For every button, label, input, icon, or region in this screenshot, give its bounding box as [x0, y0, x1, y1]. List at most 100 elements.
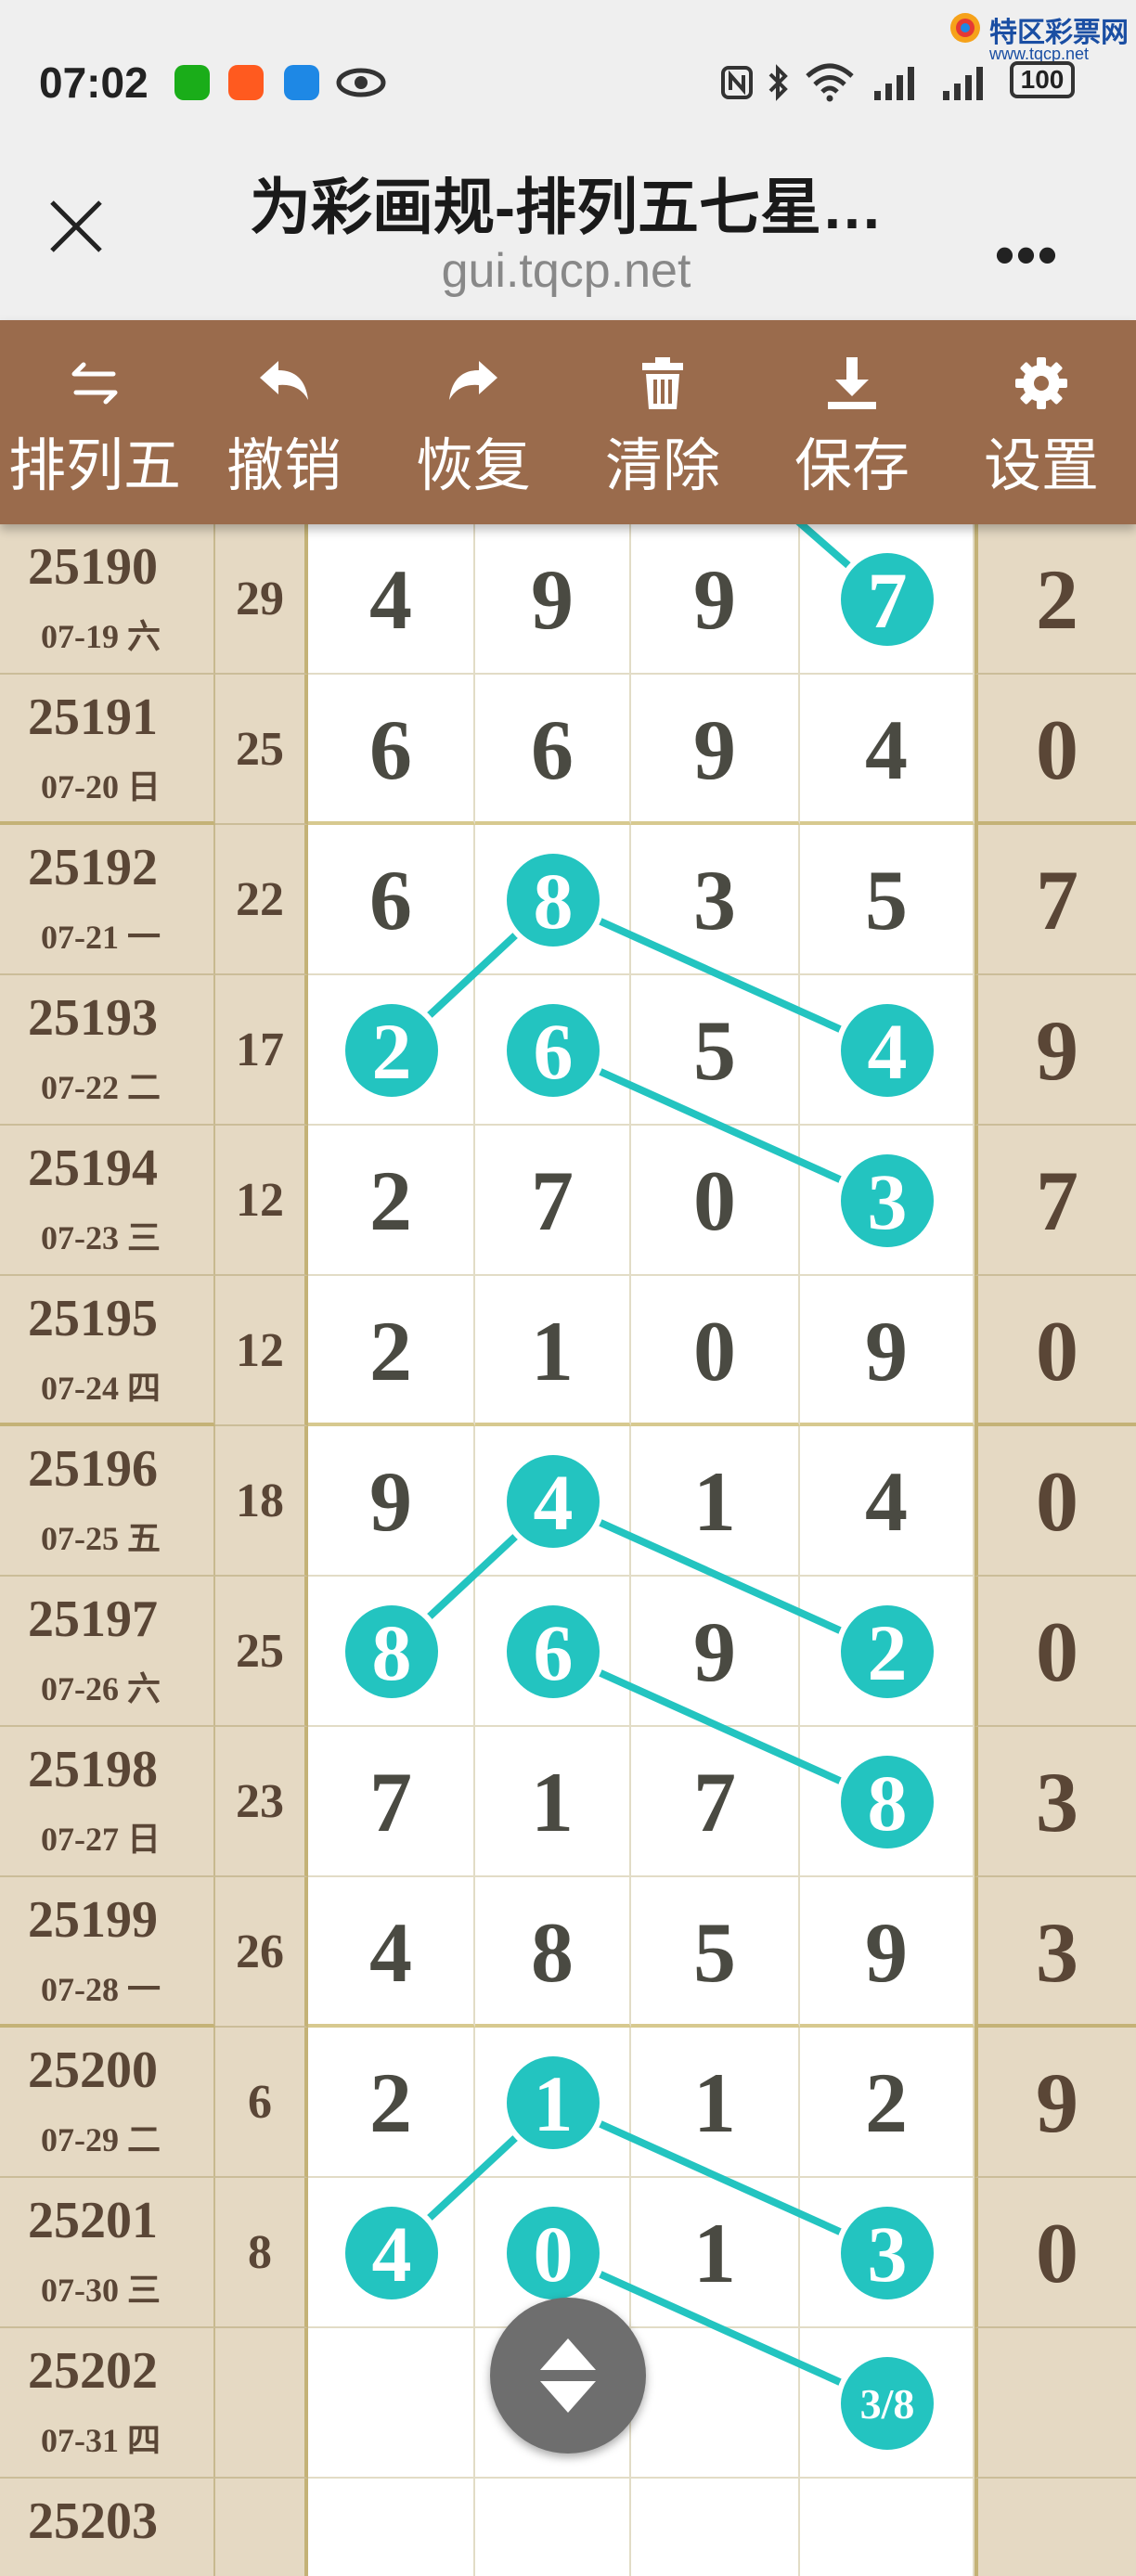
digit-cell[interactable]: 1	[475, 1727, 631, 1877]
digit-value: 6	[369, 702, 412, 797]
digit-cell[interactable]: 7	[308, 1727, 475, 1877]
scroll-toggle-button[interactable]	[490, 2298, 646, 2454]
signal-icon	[874, 67, 914, 100]
brand-logo-icon	[950, 13, 980, 43]
undo-button[interactable]: 撤销	[189, 320, 379, 524]
clear-button[interactable]: 清除	[568, 320, 757, 524]
digit-cell[interactable]	[800, 2479, 975, 2576]
digit-cell[interactable]: 6	[475, 1577, 631, 1727]
digit-cell[interactable]	[308, 2479, 475, 2576]
digit-cell[interactable]: 4	[800, 1426, 975, 1577]
battery-icon: 100	[1010, 61, 1075, 98]
digit-cell[interactable]	[800, 2328, 975, 2479]
digit-cell[interactable]: 2	[308, 1126, 475, 1276]
digit-cell[interactable]: 9	[631, 1577, 800, 1727]
digit-cell[interactable]: 0	[631, 1276, 800, 1426]
digit-cell[interactable]: 9	[475, 524, 631, 675]
digit-cell[interactable]	[631, 2328, 800, 2479]
draw-row: 25203	[0, 2479, 1136, 2576]
digit-value: 1	[693, 2206, 736, 2300]
digit-cell[interactable]: 5	[800, 825, 975, 975]
digit-cell[interactable]: 7	[800, 524, 975, 675]
issue-number: 25201	[28, 2192, 158, 2249]
digit-cell[interactable]: 4	[308, 524, 475, 675]
digit-value: 2	[865, 2055, 908, 2150]
draw-row: 25191 07-20 日 25 6 6 9 4 0	[0, 675, 1136, 825]
more-icon[interactable]: •••	[995, 223, 1059, 287]
digit-cell[interactable]: 3	[800, 2178, 975, 2328]
digit-cell[interactable]: 4	[800, 675, 975, 825]
redo-button[interactable]: 恢复	[379, 320, 568, 524]
digit-cell[interactable]: 8	[800, 1727, 975, 1877]
digit-cell[interactable]: 1	[631, 2028, 800, 2178]
digit-cell[interactable]: 5	[631, 975, 800, 1126]
lottery-switch-button[interactable]: 排列五	[0, 320, 189, 524]
digit-cell[interactable]: 2	[800, 2028, 975, 2178]
toolbar-label: 清除	[604, 434, 720, 498]
close-icon[interactable]	[46, 197, 106, 256]
sum-cell: 12	[215, 1126, 308, 1276]
sum-cell: 22	[215, 825, 308, 975]
sum-cell: 12	[215, 1276, 308, 1426]
taobao-icon	[228, 65, 264, 100]
issue-date: 07-27 日	[41, 1821, 161, 1858]
issue-number: 25192	[28, 839, 158, 896]
digit-cell[interactable]: 4	[800, 975, 975, 1126]
issue-cell: 25195 07-24 四	[0, 1276, 215, 1426]
issue-number: 25196	[28, 1440, 158, 1498]
draw-row: 25197 07-26 六 2586920	[0, 1577, 1136, 1727]
digit-cell[interactable]: 8	[475, 1877, 631, 2028]
digit-value: 2	[369, 1304, 412, 1398]
digit-cell[interactable]: 1	[631, 1426, 800, 1577]
digit-cell[interactable]: 2	[308, 975, 475, 1126]
sum-cell: 25	[215, 1577, 308, 1727]
last-digit-cell: 0	[975, 2178, 1136, 2328]
digit-cell[interactable]: 0	[631, 1126, 800, 1276]
digit-value: 9	[865, 1304, 908, 1398]
digit-cell[interactable]: 8	[475, 825, 631, 975]
digit-cell[interactable]: 2	[308, 1276, 475, 1426]
digit-cell[interactable]: 4	[308, 1877, 475, 2028]
digit-cell[interactable]: 7	[631, 1727, 800, 1877]
digit-cell[interactable]: 6	[308, 825, 475, 975]
digit-cell[interactable]: 7	[475, 1126, 631, 1276]
digit-cell[interactable]: 9	[800, 1877, 975, 2028]
digit-cell[interactable]: 8	[308, 1577, 475, 1727]
sum-cell: 23	[215, 1727, 308, 1877]
digit-cell[interactable]	[308, 2328, 475, 2479]
message-icon	[284, 65, 319, 100]
digit-cell[interactable]: 3	[800, 1126, 975, 1276]
issue-number: 25203	[28, 2492, 158, 2550]
draw-row: 25192 07-21 一 22 683 57	[0, 825, 1136, 975]
digit-cell[interactable]: 3	[631, 825, 800, 975]
toolbar-label: 排列五	[7, 434, 181, 498]
sum-cell: 25	[215, 675, 308, 825]
digit-cell[interactable]: 9	[800, 1276, 975, 1426]
digit-cell[interactable]: 6	[475, 975, 631, 1126]
digit-cell[interactable]: 6	[308, 675, 475, 825]
issue-cell: 25192 07-21 一	[0, 825, 215, 975]
trend-grid[interactable]: 2519007-19 六29499722519107-20 日256694025…	[0, 524, 1136, 2576]
digit-cell[interactable]: 2	[308, 2028, 475, 2178]
last-digit-cell	[975, 2479, 1136, 2576]
digit-cell[interactable]: 9	[308, 1426, 475, 1577]
digit-cell[interactable]: 1	[475, 2028, 631, 2178]
digit-cell[interactable]: 9	[631, 675, 800, 825]
save-button[interactable]: 保存	[757, 320, 947, 524]
digit-cell[interactable]: 1	[631, 2178, 800, 2328]
digit-cell[interactable]: 5	[631, 1877, 800, 2028]
redo-icon	[449, 361, 497, 400]
issue-cell: 25199 07-28 一	[0, 1877, 215, 2028]
digit-cell[interactable]: 2	[800, 1577, 975, 1727]
digit-cell[interactable]: 1	[475, 1276, 631, 1426]
digit-cell[interactable]	[631, 2479, 800, 2576]
digit-cell[interactable]: 9	[631, 524, 800, 675]
issue-cell: 25194 07-23 三	[0, 1126, 215, 1276]
digit-cell[interactable]: 4	[475, 1426, 631, 1577]
draw-row: 2520007-29 二621129	[0, 2028, 1136, 2178]
settings-button[interactable]: 设置	[947, 320, 1136, 524]
digit-cell[interactable]	[475, 2479, 631, 2576]
digit-cell[interactable]: 4	[308, 2178, 475, 2328]
digit-cell[interactable]: 6	[475, 675, 631, 825]
issue-number: 25191	[28, 689, 158, 746]
